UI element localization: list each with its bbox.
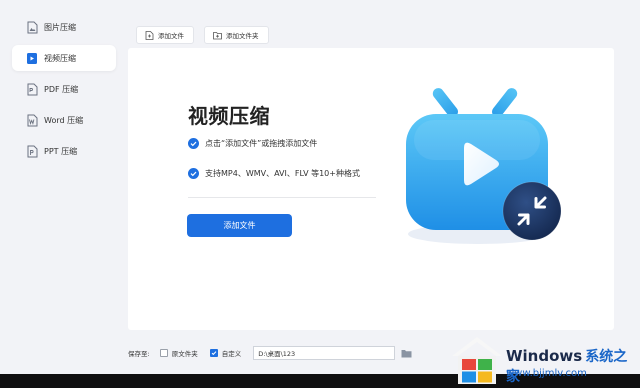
divider xyxy=(188,197,376,198)
sidebar-item-label: PPT 压缩 xyxy=(44,146,78,156)
sidebar-item-video[interactable]: 视频压缩 xyxy=(12,45,116,71)
folder-icon[interactable] xyxy=(401,349,412,358)
ppt-file-icon xyxy=(25,145,38,158)
sidebar-item-pdf[interactable]: PDF 压缩 xyxy=(12,76,116,102)
watermark-title: Windows 系统之家 xyxy=(506,346,640,386)
save-to-label: 保存至: xyxy=(128,350,150,358)
add-folder-icon xyxy=(213,31,222,40)
sidebar-item-ppt[interactable]: PPT 压缩 xyxy=(12,138,116,164)
add-file-button[interactable]: 添加文件 xyxy=(136,26,194,44)
original-folder-checkbox[interactable] xyxy=(159,349,168,357)
pdf-file-icon xyxy=(25,83,38,96)
original-folder-option[interactable]: 原文件夹 xyxy=(159,348,198,358)
sidebar: 图片压缩 视频压缩 PDF 压缩 Word 压缩 PPT 压缩 xyxy=(12,14,116,169)
watermark-url: www.bjjmlv.com xyxy=(506,368,587,379)
feature-item: 支持MP4、WMV、AVI、FLV 等10+种格式 xyxy=(188,168,360,179)
image-file-icon xyxy=(25,21,38,34)
sidebar-item-label: Word 压缩 xyxy=(44,115,84,125)
sidebar-item-image[interactable]: 图片压缩 xyxy=(12,14,116,40)
watermark: Windows 系统之家 www.bjjmlv.com xyxy=(446,332,640,388)
toolbar: 添加文件 添加文件夹 xyxy=(136,26,269,44)
feature-text: 支持MP4、WMV、AVI、FLV 等10+种格式 xyxy=(205,169,360,178)
tv-play-compress-icon xyxy=(400,84,570,254)
feature-item: 点击“添加文件”或拖拽添加文件 xyxy=(188,138,317,149)
windows-house-logo-icon xyxy=(452,337,502,384)
check-circle-icon xyxy=(188,168,199,179)
add-file-label: 添加文件 xyxy=(158,32,184,40)
sidebar-item-word[interactable]: Word 压缩 xyxy=(12,107,116,133)
watermark-title-text: Windows xyxy=(506,347,583,365)
sidebar-item-label: 图片压缩 xyxy=(44,22,76,32)
word-file-icon xyxy=(25,114,38,127)
custom-folder-checkbox[interactable] xyxy=(209,349,218,357)
sidebar-item-label: PDF 压缩 xyxy=(44,84,79,94)
feature-text: 点击“添加文件”或拖拽添加文件 xyxy=(205,139,318,148)
save-path-input[interactable] xyxy=(253,346,396,360)
sidebar-item-label: 视频压缩 xyxy=(44,53,76,63)
add-file-icon xyxy=(145,30,154,40)
app-window: 图片压缩 视频压缩 PDF 压缩 Word 压缩 PPT 压缩 添加文件 添加文… xyxy=(0,0,640,374)
drop-zone[interactable]: 视频压缩 点击“添加文件”或拖拽添加文件 支持MP4、WMV、AVI、FLV 等… xyxy=(128,48,614,330)
add-folder-button[interactable]: 添加文件夹 xyxy=(204,26,269,44)
custom-folder-label: 自定义 xyxy=(221,350,242,358)
add-file-primary-button[interactable]: 添加文件 xyxy=(187,214,292,237)
original-folder-label: 原文件夹 xyxy=(171,350,198,358)
video-file-icon xyxy=(25,52,38,65)
custom-folder-option[interactable]: 自定义 xyxy=(209,348,242,358)
page-title: 视频压缩 xyxy=(188,104,270,128)
check-circle-icon xyxy=(188,138,199,149)
save-options-bar: 保存至: 原文件夹 自定义 xyxy=(128,346,412,360)
add-folder-label: 添加文件夹 xyxy=(226,32,259,40)
